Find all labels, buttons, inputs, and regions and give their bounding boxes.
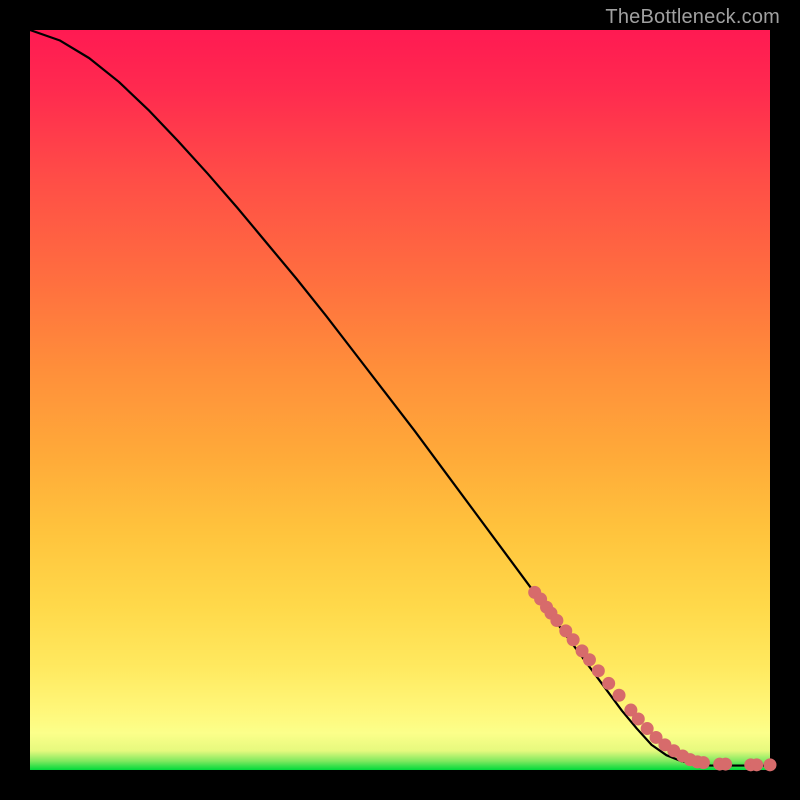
marker-dot <box>764 758 777 771</box>
marker-dot <box>602 677 615 690</box>
marker-dot <box>567 633 580 646</box>
plot-area <box>30 30 770 770</box>
chart-svg <box>30 30 770 770</box>
marker-dot <box>613 689 626 702</box>
watermark-text: TheBottleneck.com <box>605 6 780 29</box>
marker-dots <box>528 586 776 771</box>
marker-dot <box>592 664 605 677</box>
curve-line <box>30 30 770 766</box>
marker-dot <box>750 758 763 771</box>
marker-dot <box>550 614 563 627</box>
marker-dot <box>719 758 732 771</box>
marker-dot <box>697 756 710 769</box>
chart-stage: TheBottleneck.com <box>0 0 800 800</box>
marker-dot <box>583 653 596 666</box>
marker-dot <box>632 712 645 725</box>
